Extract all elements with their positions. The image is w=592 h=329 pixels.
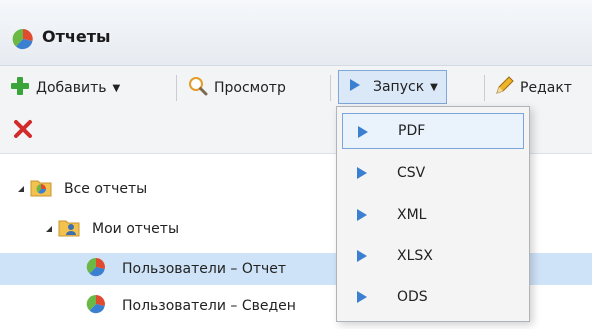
- menu-item-label: XLSX: [397, 248, 433, 264]
- menu-item-label: XML: [397, 207, 427, 223]
- menu-item-xml[interactable]: XML: [342, 197, 524, 233]
- chevron-down-icon: ▼: [112, 82, 121, 94]
- magnifier-icon: [188, 76, 208, 100]
- menu-item-label: PDF: [398, 123, 426, 139]
- play-icon: [356, 166, 368, 184]
- launch-button-label: Запуск: [373, 79, 425, 95]
- tree-item-label: Пользователи – Сведен: [122, 298, 296, 314]
- launch-dropdown-menu: PDF CSV XML XLSX ODS: [336, 106, 530, 322]
- pie-chart-icon: [86, 257, 106, 281]
- menu-item-ods[interactable]: ODS: [342, 279, 524, 315]
- chevron-down-icon: ▼: [430, 81, 438, 93]
- pie-chart-icon: [12, 28, 34, 54]
- delete-icon: [12, 118, 34, 144]
- play-icon: [356, 249, 368, 267]
- tree-item-label: Мои отчеты: [92, 221, 180, 237]
- launch-button[interactable]: Запуск ▼: [338, 70, 447, 104]
- add-button-label: Добавить: [36, 80, 107, 96]
- menu-item-csv[interactable]: CSV: [342, 155, 524, 191]
- toolbar-divider: [330, 75, 331, 101]
- menu-item-pdf[interactable]: PDF: [342, 113, 524, 149]
- edit-button-label: Редакт: [520, 80, 572, 96]
- play-icon: [349, 78, 361, 96]
- play-icon: [356, 208, 368, 226]
- window-title: Отчеты: [42, 27, 111, 46]
- expand-icon: [18, 186, 24, 192]
- add-button[interactable]: Добавить ▼: [10, 71, 120, 105]
- folder-reports-icon: [30, 177, 52, 201]
- play-icon: [356, 290, 368, 308]
- menu-item-label: ODS: [397, 289, 428, 305]
- tree-item-label: Пользователи – Отчет: [122, 261, 287, 277]
- view-button-label: Просмотр: [214, 80, 286, 96]
- toolbar-divider: [484, 75, 485, 101]
- delete-button[interactable]: [12, 114, 34, 148]
- user-folder-icon: [58, 217, 80, 241]
- play-icon: [357, 125, 369, 143]
- menu-item-label: CSV: [397, 165, 426, 181]
- view-button[interactable]: Просмотр: [188, 71, 286, 105]
- pie-chart-icon: [86, 294, 106, 318]
- menu-item-xlsx[interactable]: XLSX: [342, 238, 524, 274]
- toolbar-divider: [176, 75, 177, 101]
- expand-icon: [46, 226, 52, 232]
- plus-icon: [10, 76, 30, 100]
- edit-button[interactable]: Редакт: [494, 71, 572, 105]
- window-titlebar: Отчеты: [0, 0, 592, 66]
- tree-item-label: Все отчеты: [64, 181, 148, 197]
- pencil-icon: [494, 76, 514, 100]
